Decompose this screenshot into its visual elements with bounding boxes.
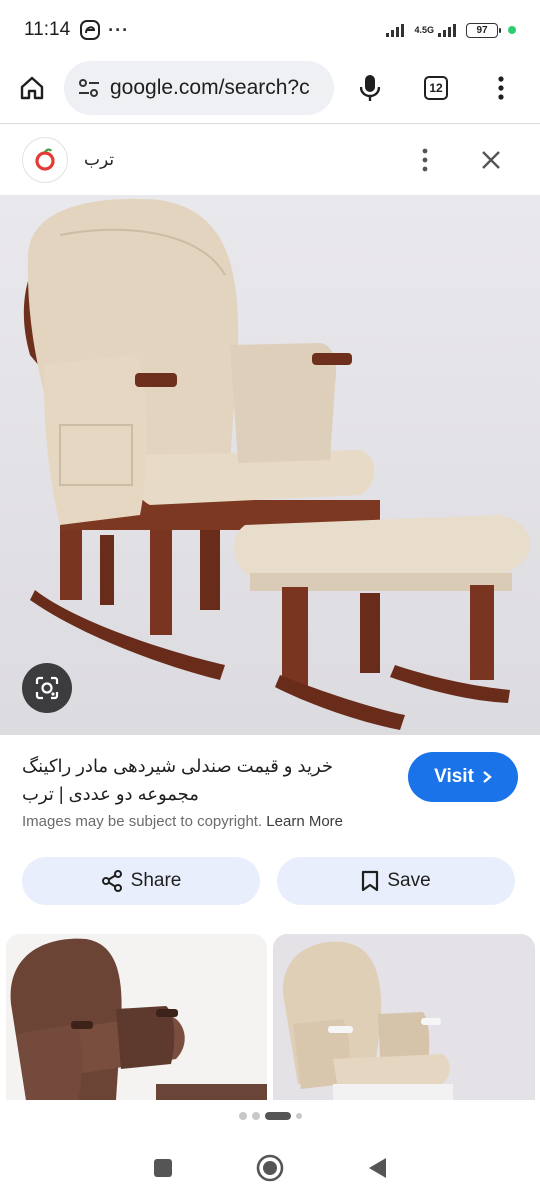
related-image-1[interactable]: [6, 934, 267, 1100]
voice-search-button[interactable]: [334, 58, 406, 118]
tabs-icon: 12: [424, 76, 448, 100]
copyright-text: Images may be subject to copyright.: [22, 813, 263, 830]
battery-icon: 97: [466, 22, 501, 38]
home-circle-icon: [256, 1154, 284, 1181]
status-bar: 11:14 ··· 4.5G 97: [0, 0, 540, 60]
more-vert-icon: [498, 76, 504, 100]
privacy-dot: [508, 26, 516, 34]
chevron-right-icon: [483, 771, 492, 783]
back-triangle-icon: [368, 1157, 386, 1178]
source-name[interactable]: ترب: [84, 150, 114, 170]
signal-icon: [386, 24, 405, 37]
share-label: Share: [130, 870, 182, 891]
status-more-icon: ···: [108, 19, 130, 40]
more-vert-icon: [422, 148, 428, 172]
copyright-notice: Images may be subject to copyright. Lear…: [22, 813, 343, 830]
mic-icon: [360, 75, 380, 101]
app-notification-icon: [80, 20, 101, 40]
address-bar[interactable]: google.com/search?c: [64, 61, 334, 115]
back-button[interactable]: [357, 1148, 397, 1188]
share-icon: [101, 870, 122, 892]
pager-dot: [295, 1113, 302, 1119]
learn-more-link[interactable]: Learn More: [266, 813, 343, 830]
source-header: ترب: [0, 124, 540, 196]
home-nav-button[interactable]: [250, 1148, 290, 1188]
visit-label: Visit: [434, 766, 474, 787]
result-title-block: خرید و قیمت صندلی شیردهی مادر راکینگ مجم…: [22, 752, 362, 808]
status-time: 11:14: [24, 19, 71, 40]
tune-icon[interactable]: [78, 78, 100, 98]
save-label: Save: [387, 870, 431, 891]
white-glider-chair-illustration: [282, 941, 453, 1100]
pager-dot: [251, 1112, 260, 1120]
source-logo[interactable]: [22, 137, 68, 183]
home-icon: [20, 76, 44, 100]
home-button[interactable]: [0, 58, 64, 118]
image-pager: [0, 1112, 540, 1120]
source-menu-button[interactable]: [410, 142, 440, 178]
share-button[interactable]: Share: [22, 857, 260, 905]
signal-icon-2: [438, 24, 456, 37]
recents-button[interactable]: [143, 1148, 183, 1188]
pager-dot: [238, 1112, 247, 1120]
status-indicators: 4.5G 97: [386, 22, 516, 38]
network-type: 4.5G: [414, 24, 434, 35]
recents-icon: [154, 1158, 173, 1177]
visit-button[interactable]: Visit: [408, 752, 518, 802]
tab-switcher-button[interactable]: 12: [406, 58, 466, 118]
browser-toolbar: google.com/search?c 12: [0, 58, 540, 118]
close-button[interactable]: [474, 142, 508, 178]
save-button[interactable]: Save: [277, 857, 515, 905]
close-icon: [482, 151, 500, 169]
result-image[interactable]: [0, 195, 540, 735]
url-text[interactable]: google.com/search?c: [110, 76, 324, 100]
brown-glider-chair-illustration: [10, 938, 267, 1100]
browser-menu-button[interactable]: [466, 58, 536, 118]
pager-dot-active: [264, 1112, 291, 1120]
lens-button[interactable]: [22, 663, 72, 713]
torob-logo-icon: [35, 148, 55, 171]
related-image-2[interactable]: [273, 934, 535, 1100]
rocking-chair-illustration: [23, 198, 531, 730]
result-title[interactable]: خرید و قیمت صندلی شیردهی مادر راکینگ مجم…: [22, 752, 362, 808]
bookmark-icon: [362, 870, 379, 892]
lens-icon: [35, 676, 59, 700]
system-nav-bar: [0, 1135, 540, 1200]
